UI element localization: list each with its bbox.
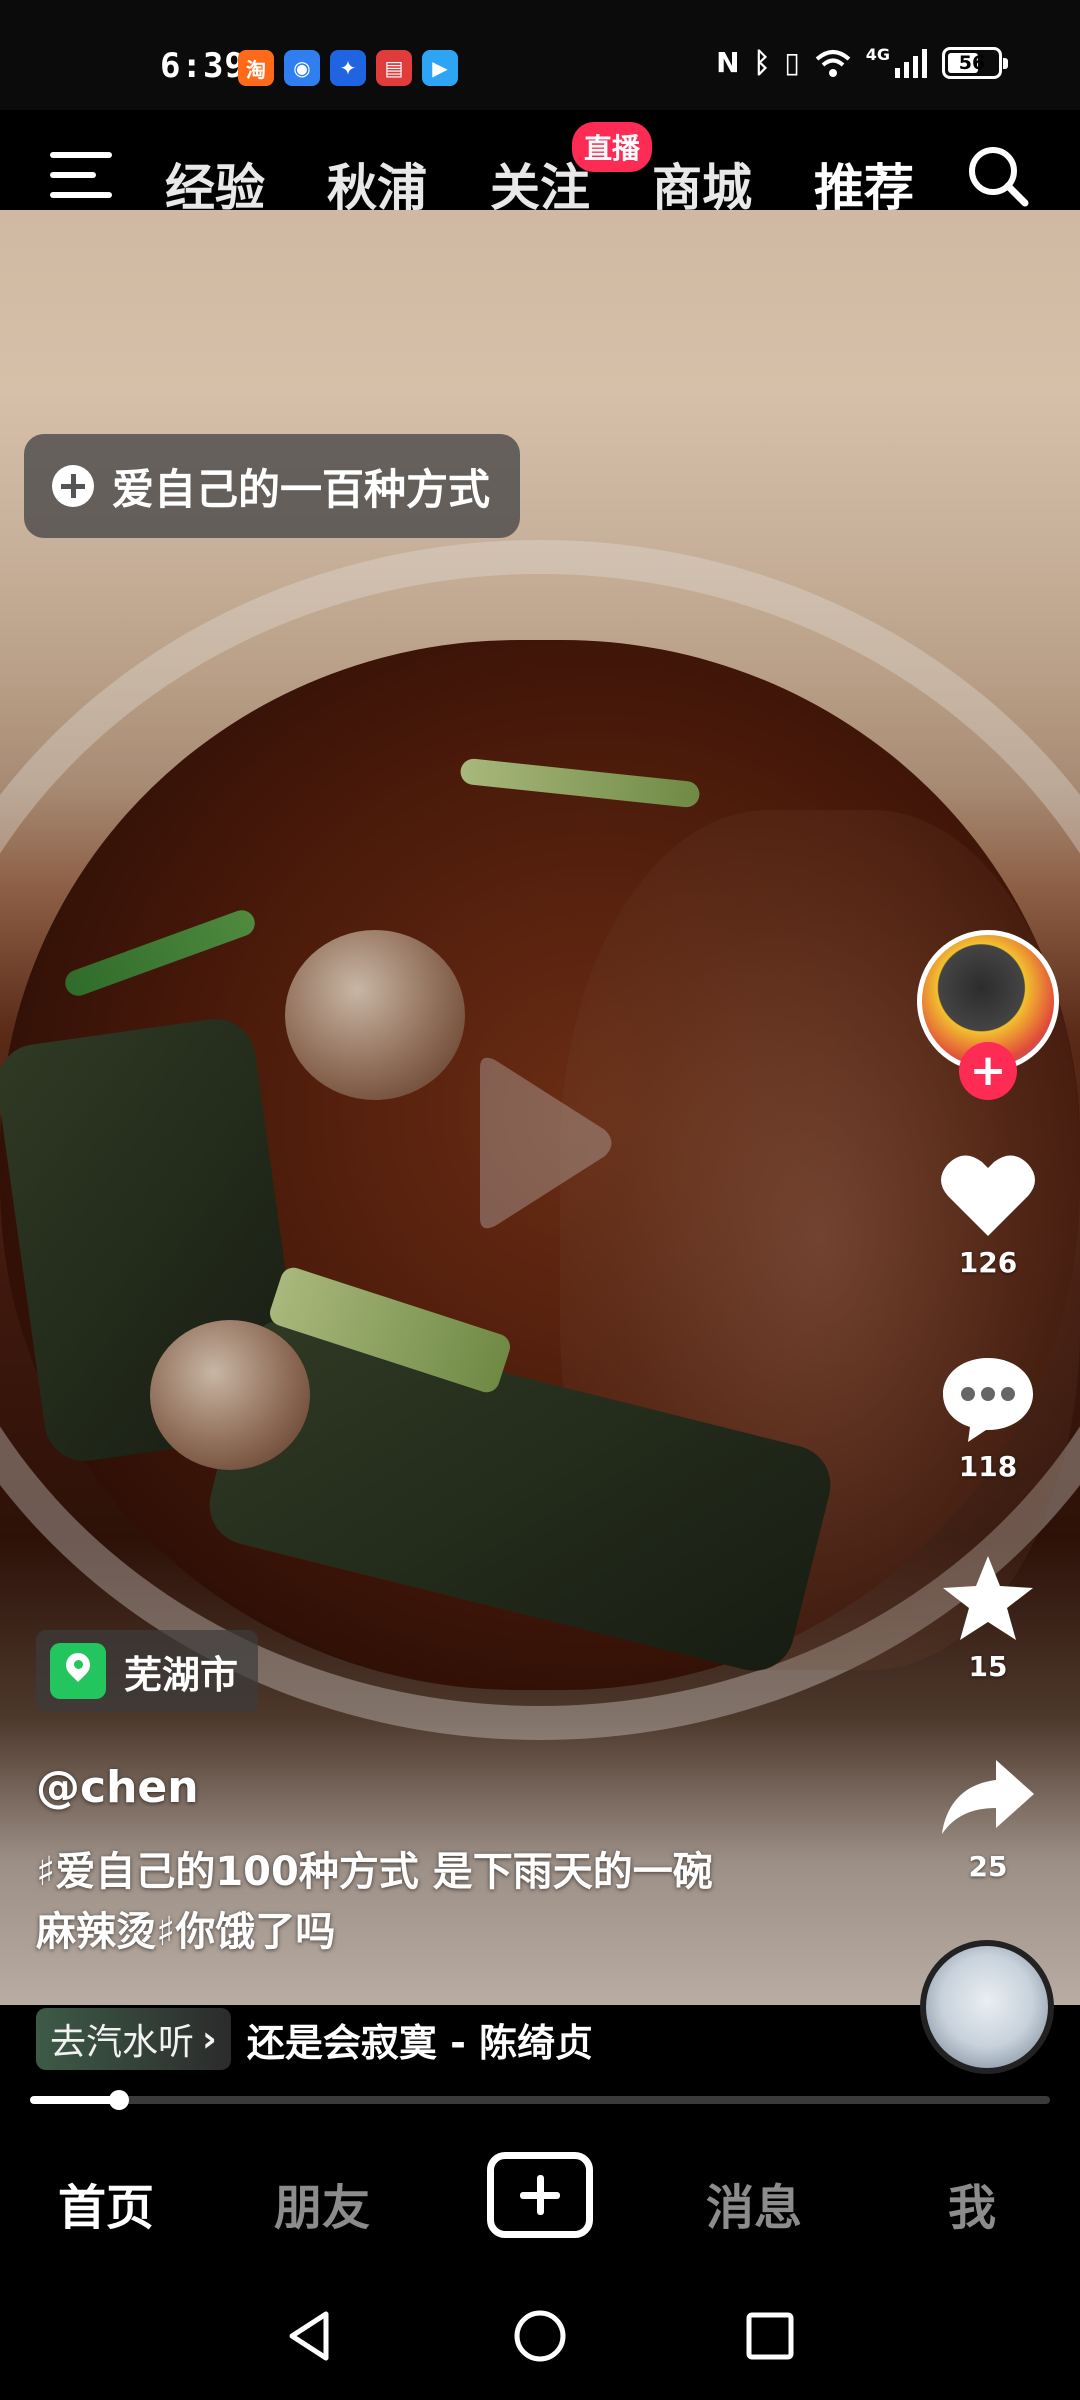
browser-icon: ◉ (284, 50, 320, 86)
music-bar: 去汽水听 › 还是会寂寞 - 陈绮贞 (36, 2008, 593, 2070)
battery-icon: 56 (942, 46, 1008, 79)
search-icon[interactable] (966, 144, 1030, 208)
follow-button[interactable]: + (959, 1042, 1017, 1100)
taobao-icon: 淘 (238, 50, 274, 86)
wifi-icon (815, 49, 851, 77)
bottom-nav: 首页 朋友 消息 我 (0, 2120, 1080, 2280)
top-nav: 经验 秋浦 关注 直播 商城 推荐 (0, 110, 1080, 229)
comment-count: 118 (958, 1450, 1018, 1483)
location-pin-icon (50, 1643, 106, 1699)
network-type: 4G (865, 45, 890, 64)
notification-icons: 淘 ◉ ✦ ▤ ▶ (238, 50, 458, 86)
comment-button[interactable]: 118 (930, 1352, 1046, 1483)
comment-icon (943, 1358, 1033, 1442)
caption-line: ♯爱自己的100种方式 是下雨天的一碗 (36, 1849, 713, 1895)
live-badge[interactable]: 直播 (572, 122, 653, 172)
recents-square-icon[interactable] (742, 2308, 798, 2364)
share-count: 25 (968, 1850, 1008, 1883)
topic-plus-icon (52, 465, 94, 507)
share-icon (942, 1760, 1034, 1834)
location-text: 芜湖市 (124, 1652, 239, 1697)
open-music-app-chip[interactable]: 去汽水听 › (36, 2008, 231, 2070)
nav-home[interactable]: 首页 (58, 2168, 154, 2238)
status-time: 6:39 (160, 46, 246, 86)
nav-me[interactable]: 我 (948, 2168, 996, 2238)
video-progress-bar[interactable] (30, 2090, 1050, 2110)
topic-chip[interactable]: 爱自己的一百种方式 (24, 434, 521, 538)
battery-level: 56 (958, 51, 986, 74)
system-nav-bar (0, 2280, 1080, 2400)
nav-friends[interactable]: 朋友 (274, 2168, 370, 2238)
video-caption[interactable]: ♯爱自己的100种方式 是下雨天的一碗 麻辣烫♯你饿了吗 (36, 1842, 836, 1962)
bluetooth-icon: ᛒ (753, 46, 771, 79)
video-progress-fill (30, 2096, 119, 2104)
caption-line: 麻辣烫♯你饿了吗 (36, 1909, 336, 1955)
menu-icon[interactable] (50, 152, 112, 200)
chevron-right-icon: › (202, 2018, 217, 2060)
nav-messages[interactable]: 消息 (706, 2168, 802, 2238)
music-disc-avatar[interactable] (920, 1940, 1054, 2074)
status-indicators: N ᛒ ▯ 4G 56 (716, 45, 1008, 79)
video-app-icon: ▶ (422, 50, 458, 86)
bulb-app-icon: ✦ (330, 50, 366, 86)
like-count: 126 (958, 1246, 1018, 1279)
play-icon[interactable] (460, 1048, 620, 1238)
video-progress-knob[interactable] (108, 2090, 129, 2110)
vibrate-icon: ▯ (784, 46, 800, 79)
heart-icon (941, 1155, 1035, 1236)
create-post-button[interactable] (487, 2152, 593, 2238)
back-icon[interactable] (282, 2308, 338, 2364)
topic-text: 爱自己的一百种方式 (112, 464, 491, 514)
star-icon (943, 1556, 1033, 1640)
music-chip-label: 去汽水听 (50, 2022, 195, 2063)
favorite-count: 15 (968, 1650, 1008, 1683)
home-circle-icon[interactable] (512, 2308, 568, 2364)
favorite-button[interactable]: 15 (930, 1552, 1046, 1683)
status-bar: 6:39 淘 ◉ ✦ ▤ ▶ N ᛒ ▯ 4G 56 (0, 0, 1080, 110)
like-button[interactable]: 126 (930, 1150, 1046, 1279)
location-chip[interactable]: 芜湖市 (36, 1630, 259, 1712)
video-frame-meatball (150, 1320, 310, 1470)
video-frame-meatball (285, 930, 465, 1100)
book-app-icon: ▤ (376, 50, 412, 86)
signal-icon (895, 48, 927, 78)
nfc-icon: N (716, 46, 740, 79)
share-button[interactable]: 25 (930, 1752, 1046, 1883)
video-player[interactable]: 爱自己的一百种方式 芜湖市 (0, 210, 1080, 2005)
creator-username[interactable]: @chen (36, 1762, 199, 1813)
music-title[interactable]: 还是会寂寞 - 陈绮贞 (247, 2012, 593, 2067)
